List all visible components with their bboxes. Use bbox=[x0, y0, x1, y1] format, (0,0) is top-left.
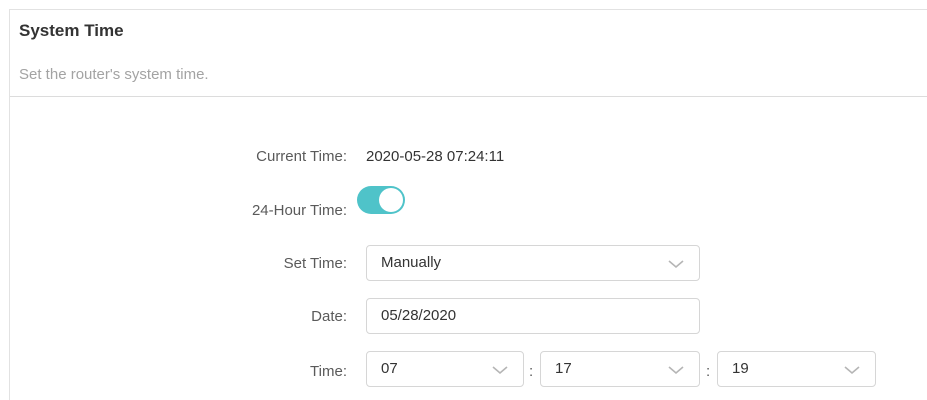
time-separator: : bbox=[706, 363, 711, 380]
hour-format-toggle[interactable] bbox=[357, 186, 405, 214]
chevron-down-icon bbox=[844, 366, 860, 375]
time-separator: : bbox=[529, 363, 534, 380]
set-time-label: Set Time: bbox=[283, 255, 347, 272]
hour-value: 07 bbox=[381, 360, 398, 377]
set-time-selected-value: Manually bbox=[381, 254, 442, 271]
current-time-label: Current Time: bbox=[256, 148, 347, 165]
date-label: Date: bbox=[311, 308, 347, 325]
time-label: Time: bbox=[310, 363, 347, 380]
chevron-down-icon bbox=[668, 260, 684, 269]
chevron-down-icon bbox=[668, 366, 684, 375]
set-time-select[interactable]: Manually bbox=[366, 245, 700, 281]
hour-select[interactable]: 07 bbox=[366, 351, 524, 387]
current-time-value: 2020-05-28 07:24:11 bbox=[366, 148, 505, 165]
section-title: System Time bbox=[19, 21, 124, 40]
section-divider bbox=[10, 96, 927, 97]
toggle-knob bbox=[379, 188, 403, 212]
minute-value: 17 bbox=[555, 360, 572, 377]
date-input[interactable]: 05/28/2020 bbox=[366, 298, 700, 334]
second-select[interactable]: 19 bbox=[717, 351, 876, 387]
chevron-down-icon bbox=[492, 366, 508, 375]
date-value: 05/28/2020 bbox=[381, 307, 457, 324]
second-value: 19 bbox=[732, 360, 749, 377]
section-description: Set the router's system time. bbox=[19, 66, 209, 83]
hour-format-label: 24-Hour Time: bbox=[251, 202, 347, 219]
minute-select[interactable]: 17 bbox=[540, 351, 700, 387]
